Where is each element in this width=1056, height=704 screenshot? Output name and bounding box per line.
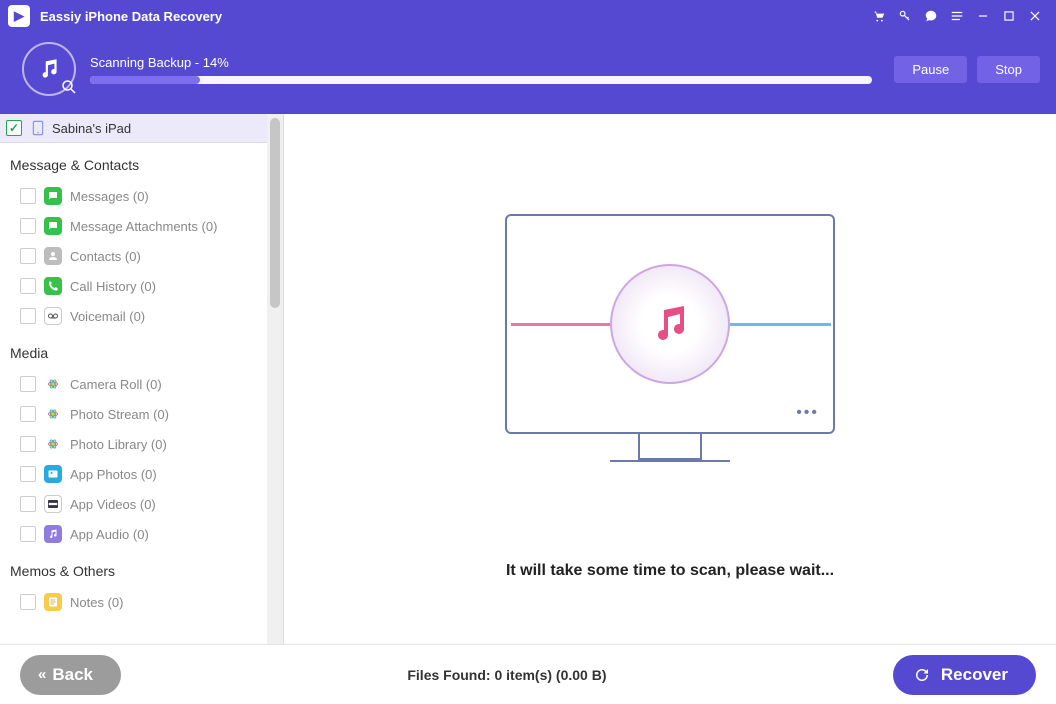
item-label: Photo Library (0): [70, 437, 167, 452]
item-label: Contacts (0): [70, 249, 141, 264]
progress-label: Scanning Backup - 14%: [90, 55, 872, 70]
app-title: Eassiy iPhone Data Recovery: [40, 9, 222, 24]
notes-icon: [44, 593, 62, 611]
close-icon[interactable]: [1022, 3, 1048, 29]
sidebar-item[interactable]: Voicemail (0): [0, 301, 267, 331]
scrollbar-track[interactable]: [267, 114, 283, 644]
sidebar-item[interactable]: App Videos (0): [0, 489, 267, 519]
main-area: ••• It will take some time to scan, plea…: [284, 114, 1056, 644]
scrollbar-thumb[interactable]: [270, 118, 280, 308]
chat-icon: [44, 217, 62, 235]
item-checkbox[interactable]: [20, 466, 36, 482]
flower-icon: [44, 405, 62, 423]
footer: « Back Files Found: 0 item(s) (0.00 B) R…: [0, 644, 1056, 704]
item-label: Message Attachments (0): [70, 219, 217, 234]
back-button[interactable]: « Back: [20, 655, 121, 695]
audio-icon: [44, 525, 62, 543]
sidebar-item[interactable]: Photo Stream (0): [0, 399, 267, 429]
group-title: Memos & Others: [0, 549, 267, 587]
scan-music-icon: [22, 42, 76, 96]
item-checkbox[interactable]: [20, 278, 36, 294]
sidebar-item[interactable]: Messages (0): [0, 181, 267, 211]
device-row[interactable]: Sabina's iPad: [0, 114, 267, 143]
header: Scanning Backup - 14% Pause Stop: [0, 32, 1056, 114]
monitor-dots: •••: [796, 404, 819, 422]
group-title: Message & Contacts: [0, 143, 267, 181]
voicemail-icon: [44, 307, 62, 325]
app-window: ▶ Eassiy iPhone Data Recovery Scanning B…: [0, 0, 1056, 704]
progress-area: Scanning Backup - 14%: [90, 55, 872, 84]
item-label: Camera Roll (0): [70, 377, 162, 392]
item-checkbox[interactable]: [20, 496, 36, 512]
item-checkbox[interactable]: [20, 406, 36, 422]
titlebar: ▶ Eassiy iPhone Data Recovery: [0, 0, 1056, 32]
sidebar-item[interactable]: Contacts (0): [0, 241, 267, 271]
flower-icon: [44, 375, 62, 393]
key-icon[interactable]: [892, 3, 918, 29]
recover-label: Recover: [941, 665, 1008, 685]
device-checkbox[interactable]: [6, 120, 22, 136]
tablet-icon: [30, 120, 46, 136]
item-checkbox[interactable]: [20, 218, 36, 234]
refresh-icon: [913, 666, 931, 684]
item-label: Photo Stream (0): [70, 407, 169, 422]
item-checkbox[interactable]: [20, 376, 36, 392]
contact-icon: [44, 247, 62, 265]
sidebar-item[interactable]: App Photos (0): [0, 459, 267, 489]
chevron-left-icon: «: [38, 666, 40, 683]
item-label: Call History (0): [70, 279, 156, 294]
sidebar-item[interactable]: Photo Library (0): [0, 429, 267, 459]
wait-text: It will take some time to scan, please w…: [506, 562, 834, 580]
body: Sabina's iPad Message & Contacts Messages…: [0, 114, 1056, 644]
progress-bar: [90, 76, 872, 84]
monitor-screen: •••: [505, 214, 835, 434]
item-checkbox[interactable]: [20, 526, 36, 542]
sidebar-item[interactable]: Message Attachments (0): [0, 211, 267, 241]
recover-button[interactable]: Recover: [893, 655, 1036, 695]
itunes-icon: [610, 264, 730, 384]
sidebar[interactable]: Sabina's iPad Message & Contacts Messages…: [0, 114, 267, 644]
stop-button[interactable]: Stop: [977, 56, 1040, 83]
pause-button[interactable]: Pause: [894, 56, 967, 83]
menu-icon[interactable]: [944, 3, 970, 29]
sidebar-container: Sabina's iPad Message & Contacts Messages…: [0, 114, 284, 644]
item-checkbox[interactable]: [20, 436, 36, 452]
device-name: Sabina's iPad: [52, 121, 131, 136]
item-label: Notes (0): [70, 595, 123, 610]
sidebar-item[interactable]: App Audio (0): [0, 519, 267, 549]
chat-icon[interactable]: [918, 3, 944, 29]
sidebar-item[interactable]: Call History (0): [0, 271, 267, 301]
phone-icon: [44, 277, 62, 295]
minimize-icon[interactable]: [970, 3, 996, 29]
item-label: App Videos (0): [70, 497, 156, 512]
item-label: App Audio (0): [70, 527, 149, 542]
video-icon: [44, 495, 62, 513]
monitor-illustration: •••: [505, 214, 835, 462]
photo-icon: [44, 465, 62, 483]
sidebar-item[interactable]: Camera Roll (0): [0, 369, 267, 399]
chat-icon: [44, 187, 62, 205]
item-checkbox[interactable]: [20, 308, 36, 324]
flower-icon: [44, 435, 62, 453]
item-label: Messages (0): [70, 189, 149, 204]
progress-fill: [90, 76, 200, 84]
back-label: Back: [52, 665, 93, 685]
maximize-icon[interactable]: [996, 3, 1022, 29]
item-checkbox[interactable]: [20, 188, 36, 204]
sidebar-item[interactable]: Notes (0): [0, 587, 267, 617]
app-logo: ▶: [8, 5, 30, 27]
item-checkbox[interactable]: [20, 248, 36, 264]
cart-icon[interactable]: [866, 3, 892, 29]
files-found-status: Files Found: 0 item(s) (0.00 B): [121, 667, 893, 683]
item-label: App Photos (0): [70, 467, 157, 482]
item-checkbox[interactable]: [20, 594, 36, 610]
group-title: Media: [0, 331, 267, 369]
item-label: Voicemail (0): [70, 309, 145, 324]
